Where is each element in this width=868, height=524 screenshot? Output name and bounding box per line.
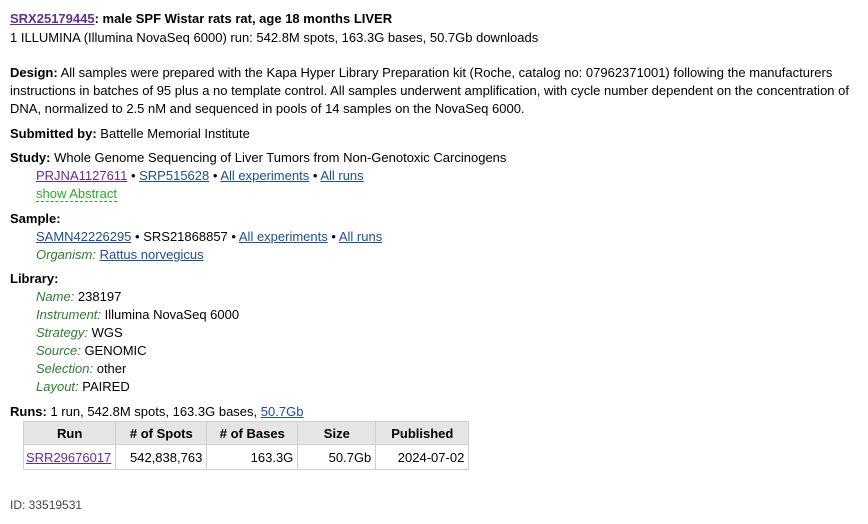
column-header-bases: # of Bases bbox=[206, 421, 299, 445]
library-field-strategy: Strategy: WGS bbox=[36, 325, 123, 341]
study-label: Study: bbox=[10, 150, 51, 165]
sample-label: Sample: bbox=[10, 211, 61, 226]
library-field-name: Name: 238197 bbox=[36, 289, 121, 305]
design-text: All samples were prepared with the Kapa … bbox=[10, 65, 849, 116]
table-row: SRR29676017 542,838,763 163.3G 50.7Gb 20… bbox=[22, 444, 470, 470]
library-field-value: GENOMIC bbox=[84, 343, 147, 358]
design-section: Design: All samples were prepared with t… bbox=[10, 64, 855, 118]
design-label: Design: bbox=[10, 65, 58, 80]
separator: • bbox=[331, 229, 336, 244]
experiment-accession-link[interactable]: SRX25179445 bbox=[10, 11, 95, 26]
study-line: Study: Whole Genome Sequencing of Liver … bbox=[10, 150, 506, 166]
published-cell: 2024-07-02 bbox=[375, 444, 470, 470]
separator: • bbox=[212, 168, 218, 183]
bioproject-link[interactable]: PRJNA1127611 bbox=[36, 168, 127, 183]
submitted-value: Battelle Memorial Institute bbox=[100, 126, 250, 141]
library-field-value: other bbox=[96, 361, 127, 376]
submitted-by: Submitted by: Battelle Memorial Institut… bbox=[10, 126, 250, 142]
library-field-layout: Layout: PAIRED bbox=[36, 379, 130, 395]
srs-accession: SRS21868857 bbox=[143, 229, 228, 244]
runs-label: Runs: bbox=[10, 404, 47, 419]
library-field-value: Illumina NovaSeq 6000 bbox=[104, 307, 240, 322]
runs-summary: 1 run, 542.8M spots, 163.3G bases, bbox=[50, 404, 258, 419]
show-abstract-wrap: show Abstract bbox=[36, 186, 117, 202]
runs-table-header: Run # of Spots # of Bases Size Published bbox=[22, 421, 470, 445]
library-field-value: WGS bbox=[91, 325, 123, 340]
runs-table: Run # of Spots # of Bases Size Published… bbox=[22, 421, 470, 470]
run-accession-link[interactable]: SRR29676017 bbox=[26, 450, 111, 465]
organism-label: Organism: bbox=[36, 247, 96, 262]
spots-cell: 542,838,763 bbox=[115, 444, 208, 470]
record-id: ID: 33519531 bbox=[10, 498, 83, 512]
library-label: Library: bbox=[10, 271, 59, 286]
library-field-instrument: Instrument: Illumina NovaSeq 6000 bbox=[36, 307, 239, 323]
experiment-title-text: : male SPF Wistar rats rat, age 18 month… bbox=[94, 11, 393, 26]
separator: • bbox=[312, 168, 318, 183]
column-header-size: Size bbox=[297, 421, 377, 445]
column-header-run: Run bbox=[22, 421, 117, 445]
experiment-title: SRX25179445: male SPF Wistar rats rat, a… bbox=[10, 11, 392, 27]
sample-all-experiments-link[interactable]: All experiments bbox=[239, 229, 328, 244]
bases-cell: 163.3G bbox=[206, 444, 299, 470]
library-field-key: Selection: bbox=[36, 361, 94, 376]
study-all-experiments-link[interactable]: All experiments bbox=[220, 168, 309, 183]
experiment-summary: 1 ILLUMINA (Illumina NovaSeq 6000) run: … bbox=[10, 30, 539, 45]
library-field-key: Source: bbox=[36, 343, 81, 358]
sample-links: SAMN42226295 • SRS21868857 • All experim… bbox=[36, 229, 382, 245]
show-abstract-toggle[interactable]: show Abstract bbox=[36, 186, 117, 202]
library-field-source: Source: GENOMIC bbox=[36, 343, 147, 359]
library-field-key: Strategy: bbox=[36, 325, 89, 340]
library-field-key: Instrument: bbox=[36, 307, 102, 322]
library-field-key: Name: bbox=[36, 289, 75, 304]
column-header-spots: # of Spots bbox=[115, 421, 208, 445]
submitted-label: Submitted by: bbox=[10, 126, 97, 141]
study-title: Whole Genome Sequencing of Liver Tumors … bbox=[54, 150, 507, 165]
run-cell: SRR29676017 bbox=[22, 444, 117, 470]
library-field-value: PAIRED bbox=[82, 379, 130, 394]
organism-link[interactable]: Rattus norvegicus bbox=[100, 247, 204, 262]
study-links: PRJNA1127611 • SRP515628 • All experimen… bbox=[36, 168, 364, 184]
size-cell: 50.7Gb bbox=[297, 444, 377, 470]
library-field-value: 238197 bbox=[77, 289, 122, 304]
organism-line: Organism: Rattus norvegicus bbox=[36, 247, 204, 263]
biosample-link[interactable]: SAMN42226295 bbox=[36, 229, 131, 244]
runs-size-link[interactable]: 50.7Gb bbox=[261, 404, 304, 419]
column-header-published: Published bbox=[375, 421, 470, 445]
sample-all-runs-link[interactable]: All runs bbox=[339, 229, 382, 244]
separator: • bbox=[231, 229, 236, 244]
runs-line: Runs: 1 run, 542.8M spots, 163.3G bases,… bbox=[10, 404, 303, 420]
separator: • bbox=[135, 229, 140, 244]
study-srp-link[interactable]: SRP515628 bbox=[139, 168, 209, 183]
study-all-runs-link[interactable]: All runs bbox=[320, 168, 363, 183]
library-field-key: Layout: bbox=[36, 379, 79, 394]
library-field-selection: Selection: other bbox=[36, 361, 126, 377]
separator: • bbox=[130, 168, 136, 183]
